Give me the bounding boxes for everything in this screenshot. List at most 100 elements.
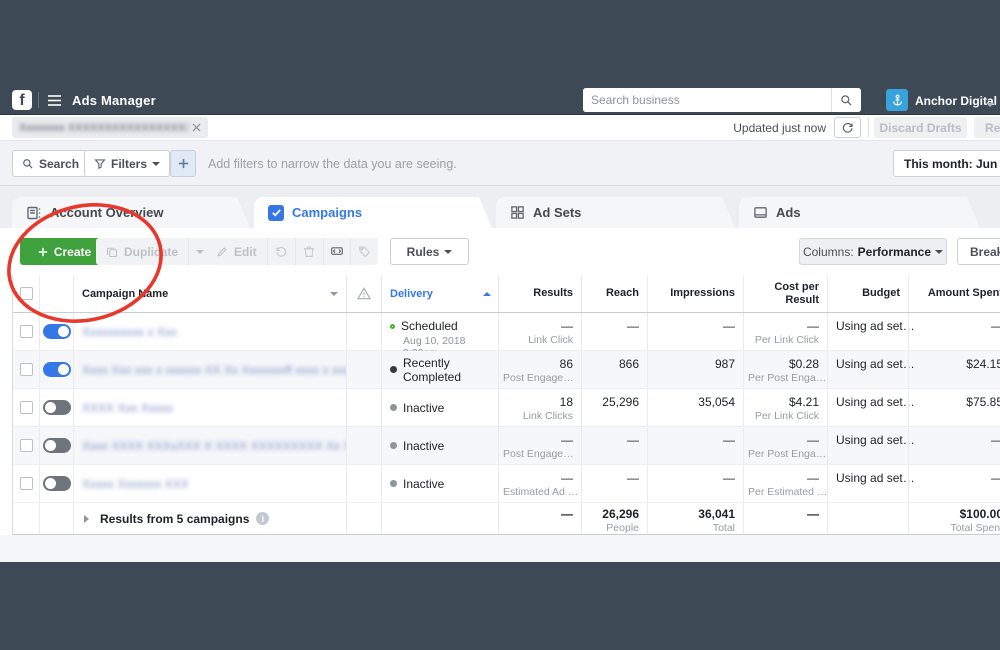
business-search: [583, 88, 861, 112]
column-header-impressions[interactable]: Impressions: [647, 275, 743, 312]
campaign-name-redacted[interactable]: Xxxx Xxx xxx x xxxxxx XX Xx Xxxxxxxff xx…: [82, 363, 346, 377]
column-header-reach[interactable]: Reach: [581, 275, 647, 312]
tab-campaigns[interactable]: Campaigns: [254, 197, 492, 228]
campaigns-icon: [268, 205, 284, 221]
filters-button[interactable]: Filters: [84, 150, 170, 177]
column-header-delivery[interactable]: Delivery: [381, 275, 498, 312]
results-summary: Results from 5 campaigns i: [73, 503, 346, 534]
campaign-toggle[interactable]: [43, 400, 71, 415]
table-bottom-strip: [0, 535, 1000, 562]
add-filter-button[interactable]: [170, 150, 196, 177]
results-cell: —Post Engage…: [498, 427, 581, 464]
review-changes-button[interactable]: Revi: [974, 117, 1000, 138]
row-checkbox[interactable]: [20, 401, 33, 414]
refresh-button[interactable]: [834, 117, 861, 138]
delivery-cell: Recently Completed: [381, 351, 498, 388]
columns-button[interactable]: Columns: Performance: [799, 238, 947, 265]
tab-ad-sets[interactable]: Ad Sets: [496, 197, 735, 228]
column-header-campaign-name[interactable]: Campaign Name: [73, 275, 346, 312]
reach-cell: —: [581, 427, 647, 464]
tag-button[interactable]: [350, 238, 378, 265]
tab-ads[interactable]: Ads: [739, 197, 980, 228]
revert-button[interactable]: [268, 238, 295, 265]
revert-icon: [275, 245, 288, 258]
status-dot-inactive: [390, 480, 397, 487]
filter-placeholder-text: Add filters to narrow the data you are s…: [208, 157, 457, 171]
expand-caret-icon[interactable]: [84, 515, 93, 523]
ads-icon: [753, 205, 768, 220]
column-header-cost-per-result[interactable]: Cost per Result: [743, 275, 827, 312]
delete-button[interactable]: [295, 238, 323, 265]
caret-down-icon[interactable]: [330, 292, 338, 300]
info-icon[interactable]: i: [256, 512, 269, 525]
budget-cell: Using ad set…: [827, 427, 908, 464]
account-avatar[interactable]: [886, 89, 908, 111]
plus-icon: [38, 247, 48, 257]
impressions-cell: —: [647, 313, 743, 350]
level-tabs: Account Overview Campaigns Ad Sets Ads: [0, 186, 1000, 228]
row-checkbox[interactable]: [20, 325, 33, 338]
toggle-column-header: [39, 275, 73, 312]
tab-account-overview[interactable]: Account Overview: [12, 197, 250, 228]
campaign-toggle[interactable]: [43, 362, 71, 377]
campaign-name-redacted[interactable]: Xxxx XXXX XXXxXXX X XXXX XXXXXXXXX Xx X …: [82, 439, 346, 453]
facebook-logo[interactable]: f: [12, 90, 32, 110]
column-header-results[interactable]: Results: [498, 275, 581, 312]
budget-cell: Using ad set…: [827, 313, 908, 350]
pencil-icon: [216, 246, 228, 258]
ad-account-redacted-label: Xxxxxxxx XXXXXXXXXXXXXXXXX Xx: [19, 122, 188, 134]
reach-cell: 25,296: [581, 389, 647, 426]
campaign-toggle[interactable]: [43, 476, 71, 491]
spent-cell: $75.85: [908, 389, 1000, 426]
app-title: Ads Manager: [72, 93, 156, 108]
select-all-checkbox[interactable]: [20, 287, 33, 300]
delivery-cell: Scheduled Aug 10, 2018 9:30am: [381, 313, 498, 350]
row-checkbox[interactable]: [20, 363, 33, 376]
row-checkbox[interactable]: [20, 477, 33, 490]
results-total-cell: —: [498, 503, 581, 534]
ads-manager-app: f Ads Manager Anchor Digital Xxxxxxxx XX…: [0, 0, 1000, 650]
cost-total-cell: —: [743, 503, 827, 534]
delivery-cell: Inactive: [381, 427, 498, 464]
action-icon-group: [268, 238, 378, 265]
cost-cell: —Per Estimated …: [743, 465, 827, 502]
column-header-amount-spent[interactable]: Amount Spent: [908, 275, 1000, 312]
campaign-name-redacted[interactable]: XXXX Xxx Xxxxx: [82, 401, 173, 415]
cost-cell: $0.28Per Post Enga…: [743, 351, 827, 388]
reach-total-cell: 26,296People: [581, 503, 647, 534]
inspect-button[interactable]: [323, 238, 351, 265]
campaign-name-redacted[interactable]: Xxxxxxxxxx x Xxx: [82, 325, 177, 339]
account-caret-icon[interactable]: [986, 98, 994, 116]
campaign-toggle[interactable]: [43, 438, 71, 453]
reach-cell: 866: [581, 351, 647, 388]
top-navbar: f Ads Manager Anchor Digital: [0, 85, 1000, 115]
row-checkbox[interactable]: [20, 439, 33, 452]
breakdown-button[interactable]: Breakdo: [957, 238, 1000, 265]
anchor-icon: [891, 94, 904, 107]
ad-account-tab[interactable]: Xxxxxxxx XXXXXXXXXXXXXXXXX Xx: [12, 117, 208, 138]
duplicate-button[interactable]: Duplicate: [96, 238, 210, 265]
campaign-name-redacted[interactable]: Xxxxx Xxxxxxx XXX: [82, 477, 189, 491]
search-submit-button[interactable]: [831, 88, 861, 112]
rules-button[interactable]: Rules: [390, 238, 469, 265]
close-icon[interactable]: [192, 123, 201, 132]
date-range-button[interactable]: This month: Jun 1, 2: [893, 150, 1000, 177]
menu-icon[interactable]: [47, 94, 62, 107]
duplicate-icon: [106, 246, 118, 258]
column-header-budget[interactable]: Budget: [827, 275, 908, 312]
results-cell: 86Post Engage…: [498, 351, 581, 388]
discard-drafts-button[interactable]: Discard Drafts: [874, 117, 967, 138]
campaign-toolbar: Create Duplicate Edit: [0, 228, 1000, 275]
campaign-row: Xxxx XXXX XXXxXXX X XXXX XXXXXXXXX Xx X …: [13, 427, 1000, 465]
campaign-toggle[interactable]: [43, 324, 71, 339]
inspect-icon: [330, 245, 344, 258]
account-name[interactable]: Anchor Digital: [915, 94, 997, 108]
issues-cell: [346, 427, 381, 464]
search-input[interactable]: [583, 88, 831, 112]
table-footer-row: Results from 5 campaigns i — 26,296Peopl…: [13, 503, 1000, 535]
cost-cell: —Per Post Enga…: [743, 427, 827, 464]
warning-icon: [357, 287, 371, 300]
cost-cell: —Per Link Click: [743, 313, 827, 350]
ad-sets-icon: [510, 205, 525, 220]
status-dot-inactive: [390, 442, 397, 449]
